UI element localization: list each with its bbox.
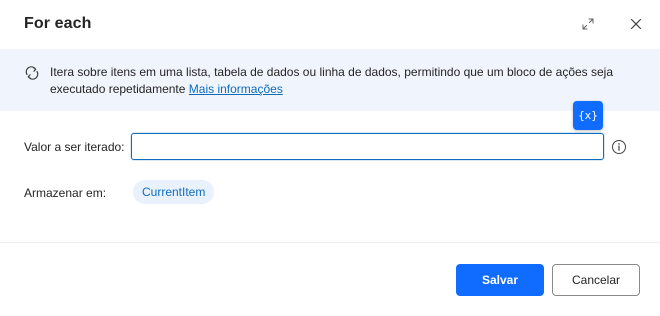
output-variable-chip[interactable]: CurrentItem (133, 180, 215, 204)
banner-text: Itera sobre itens em uma lista, tabela d… (50, 65, 614, 96)
close-button[interactable] (624, 12, 648, 36)
expand-button[interactable] (576, 12, 600, 36)
variable-picker-button[interactable]: {x} (573, 101, 603, 130)
cancel-button[interactable]: Cancelar (552, 264, 640, 296)
save-button[interactable]: Salvar (456, 264, 544, 296)
valor-label: Valor a ser iterado: (24, 140, 125, 154)
armazenar-label: Armazenar em: (24, 186, 107, 200)
close-icon (630, 18, 642, 30)
banner-description: Itera sobre itens em uma lista, tabela d… (50, 64, 635, 98)
loop-icon (25, 66, 39, 80)
valor-input[interactable] (131, 133, 604, 160)
expand-icon (582, 18, 594, 30)
info-icon[interactable] (611, 139, 627, 155)
footer-divider (0, 242, 660, 243)
more-info-link[interactable]: Mais informações (189, 82, 283, 96)
dialog-title: For each (24, 15, 92, 32)
info-banner: Itera sobre itens em uma lista, tabela d… (0, 49, 660, 111)
for-each-dialog: For each Itera sobre itens em uma lista,… (0, 0, 660, 316)
